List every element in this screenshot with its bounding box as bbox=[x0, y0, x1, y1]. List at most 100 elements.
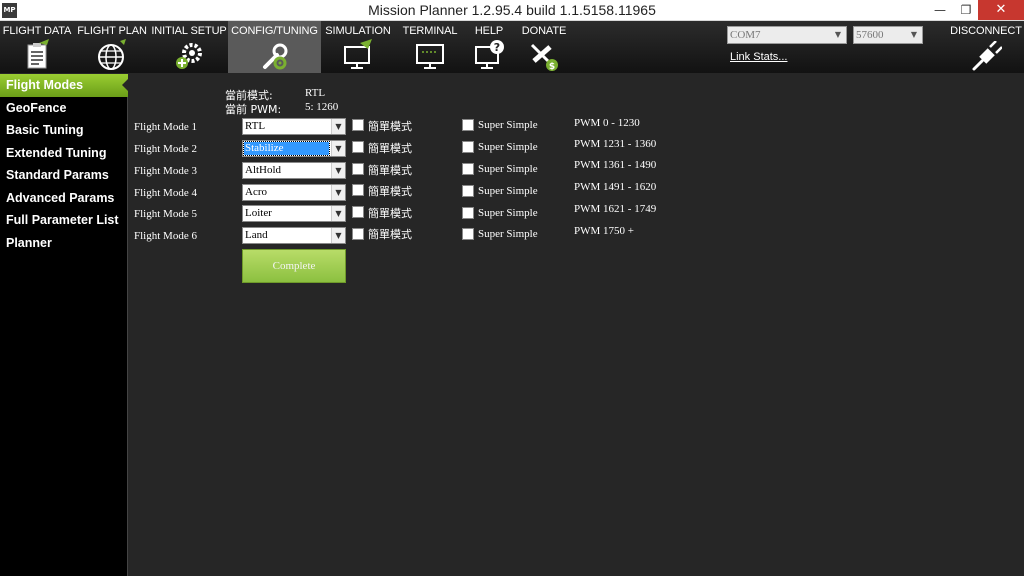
flight-mode-6-value: Land bbox=[245, 229, 268, 241]
svg-text:$: $ bbox=[549, 62, 555, 71]
flight-mode-2-value: Stabilize bbox=[243, 141, 330, 156]
flight-mode-3-value: AltHold bbox=[245, 164, 282, 176]
chevron-down-icon: ▼ bbox=[331, 163, 345, 178]
close-button[interactable]: ✕ bbox=[978, 0, 1024, 20]
tab-initial-setup[interactable]: INITIAL SETUP bbox=[150, 21, 228, 73]
simple-mode-3-label: 簡單模式 bbox=[368, 164, 412, 177]
monitor-plane-icon bbox=[344, 39, 372, 69]
tab-simulation[interactable]: SIMULATION bbox=[321, 21, 395, 73]
sidebar-item-flight-modes[interactable]: Flight Modes bbox=[0, 74, 129, 97]
flight-mode-4-select[interactable]: Acro ▼ bbox=[242, 184, 346, 201]
flight-mode-5-label: Flight Mode 5 bbox=[134, 208, 197, 220]
baud-rate-value: 57600 bbox=[856, 29, 884, 41]
globe-icon bbox=[98, 39, 126, 70]
title-bar: MP Mission Planner 1.2.95.4 build 1.1.51… bbox=[0, 0, 1024, 21]
plug-icon bbox=[972, 41, 1002, 71]
chevron-down-icon: ▼ bbox=[331, 141, 345, 156]
disconnect-button[interactable]: DISCONNECT bbox=[948, 21, 1024, 73]
flight-mode-2-label: Flight Mode 2 bbox=[134, 143, 197, 155]
window-title: Mission Planner 1.2.95.4 build 1.1.5158.… bbox=[368, 2, 656, 18]
tab-label: CONFIG/TUNING bbox=[231, 25, 318, 37]
super-simple-5-checkbox[interactable] bbox=[462, 207, 474, 219]
current-mode-value: RTL bbox=[305, 87, 326, 99]
chevron-down-icon: ▼ bbox=[834, 30, 842, 39]
super-simple-2-checkbox[interactable] bbox=[462, 141, 474, 153]
simple-mode-4-label: 簡單模式 bbox=[368, 185, 412, 198]
wrench-icon bbox=[262, 43, 287, 70]
tab-config-tuning[interactable]: CONFIG/TUNING bbox=[228, 21, 321, 73]
super-simple-1-checkbox[interactable] bbox=[462, 119, 474, 131]
super-simple-2-label: Super Simple bbox=[478, 141, 538, 153]
sidebar-item-basic-tuning[interactable]: Basic Tuning bbox=[0, 119, 127, 142]
link-stats-link[interactable]: Link Stats... bbox=[730, 51, 787, 63]
super-simple-6-checkbox[interactable] bbox=[462, 228, 474, 240]
simple-mode-6-checkbox[interactable] bbox=[352, 228, 364, 240]
flight-mode-4-value: Acro bbox=[245, 186, 267, 198]
tab-label: HELP bbox=[474, 25, 504, 37]
super-simple-1-label: Super Simple bbox=[478, 119, 538, 131]
flight-mode-3-select[interactable]: AltHold ▼ bbox=[242, 162, 346, 179]
simple-mode-2-checkbox[interactable] bbox=[352, 141, 364, 153]
super-simple-5-label: Super Simple bbox=[478, 207, 538, 219]
tab-terminal[interactable]: TERMINAL bbox=[395, 21, 465, 73]
svg-text:?: ? bbox=[494, 41, 500, 54]
config-sidebar: Flight Modes GeoFence Basic Tuning Exten… bbox=[0, 74, 129, 576]
sidebar-item-geofence[interactable]: GeoFence bbox=[0, 97, 127, 120]
tab-donate[interactable]: DONATE $ bbox=[513, 21, 575, 73]
pwm-range-4: PWM 1491 - 1620 bbox=[574, 181, 657, 193]
tab-flight-data[interactable]: FLIGHT DATA bbox=[0, 21, 74, 73]
tab-help[interactable]: HELP ? bbox=[465, 21, 513, 73]
maximize-button[interactable]: ❐ bbox=[952, 0, 980, 20]
flight-mode-5-select[interactable]: Loiter ▼ bbox=[242, 205, 346, 222]
baud-rate-select[interactable]: 57600 ▼ bbox=[853, 26, 923, 44]
simple-mode-4-checkbox[interactable] bbox=[352, 184, 364, 196]
clipboard-icon bbox=[27, 39, 49, 69]
flight-mode-6-select[interactable]: Land ▼ bbox=[242, 227, 346, 244]
flight-mode-2-select[interactable]: Stabilize ▼ bbox=[242, 140, 346, 157]
help-icon: ? bbox=[475, 40, 504, 69]
flight-modes-panel: 當前模式: RTL 當前 PWM: 5: 1260 Flight Mode 1 … bbox=[129, 74, 1024, 576]
pwm-range-1: PWM 0 - 1230 bbox=[574, 117, 640, 129]
super-simple-3-label: Super Simple bbox=[478, 163, 538, 175]
simple-mode-3-checkbox[interactable] bbox=[352, 163, 364, 175]
tab-label: FLIGHT DATA bbox=[2, 25, 72, 37]
pwm-range-2: PWM 1231 - 1360 bbox=[574, 138, 657, 150]
sidebar-item-standard-params[interactable]: Standard Params bbox=[0, 164, 127, 187]
sidebar-item-extended-tuning[interactable]: Extended Tuning bbox=[0, 142, 127, 165]
simple-mode-1-checkbox[interactable] bbox=[352, 119, 364, 131]
pwm-range-5: PWM 1621 - 1749 bbox=[574, 203, 657, 215]
pwm-range-6: PWM 1750 + bbox=[574, 225, 634, 237]
chevron-down-icon: ▼ bbox=[331, 119, 345, 134]
flight-mode-6-label: Flight Mode 6 bbox=[134, 230, 197, 242]
tab-label: DONATE bbox=[521, 25, 567, 37]
super-simple-3-checkbox[interactable] bbox=[462, 163, 474, 175]
super-simple-6-label: Super Simple bbox=[478, 228, 538, 240]
simple-mode-5-label: 簡單模式 bbox=[368, 207, 412, 220]
sidebar-item-advanced-params[interactable]: Advanced Params bbox=[0, 187, 127, 210]
minimize-button[interactable]: — bbox=[926, 0, 954, 20]
super-simple-4-label: Super Simple bbox=[478, 185, 538, 197]
donate-icon: $ bbox=[530, 43, 558, 71]
simple-mode-5-checkbox[interactable] bbox=[352, 206, 364, 218]
current-pwm-value: 5: 1260 bbox=[305, 101, 339, 113]
simple-mode-1-label: 簡單模式 bbox=[368, 120, 412, 133]
flight-mode-1-select[interactable]: RTL ▼ bbox=[242, 118, 346, 135]
terminal-icon bbox=[416, 44, 444, 69]
simple-mode-6-label: 簡單模式 bbox=[368, 228, 412, 241]
sidebar-item-planner[interactable]: Planner bbox=[0, 232, 127, 255]
tab-label: FLIGHT PLAN bbox=[77, 25, 147, 37]
flight-mode-1-label: Flight Mode 1 bbox=[134, 121, 197, 133]
simple-mode-2-label: 簡單模式 bbox=[368, 142, 412, 155]
flight-mode-3-label: Flight Mode 3 bbox=[134, 165, 197, 177]
current-pwm-label: 當前 PWM: bbox=[225, 103, 282, 116]
super-simple-4-checkbox[interactable] bbox=[462, 185, 474, 197]
chevron-down-icon: ▼ bbox=[331, 206, 345, 221]
chevron-down-icon: ▼ bbox=[331, 228, 345, 243]
com-port-select[interactable]: COM7 ▼ bbox=[727, 26, 847, 44]
sidebar-item-full-parameter-list[interactable]: Full Parameter List bbox=[0, 209, 127, 232]
complete-button[interactable]: Complete bbox=[242, 249, 346, 283]
tab-label: INITIAL SETUP bbox=[151, 25, 227, 37]
pwm-range-3: PWM 1361 - 1490 bbox=[574, 159, 657, 171]
chevron-down-icon: ▼ bbox=[910, 30, 918, 39]
tab-flight-plan[interactable]: FLIGHT PLAN bbox=[74, 21, 150, 73]
